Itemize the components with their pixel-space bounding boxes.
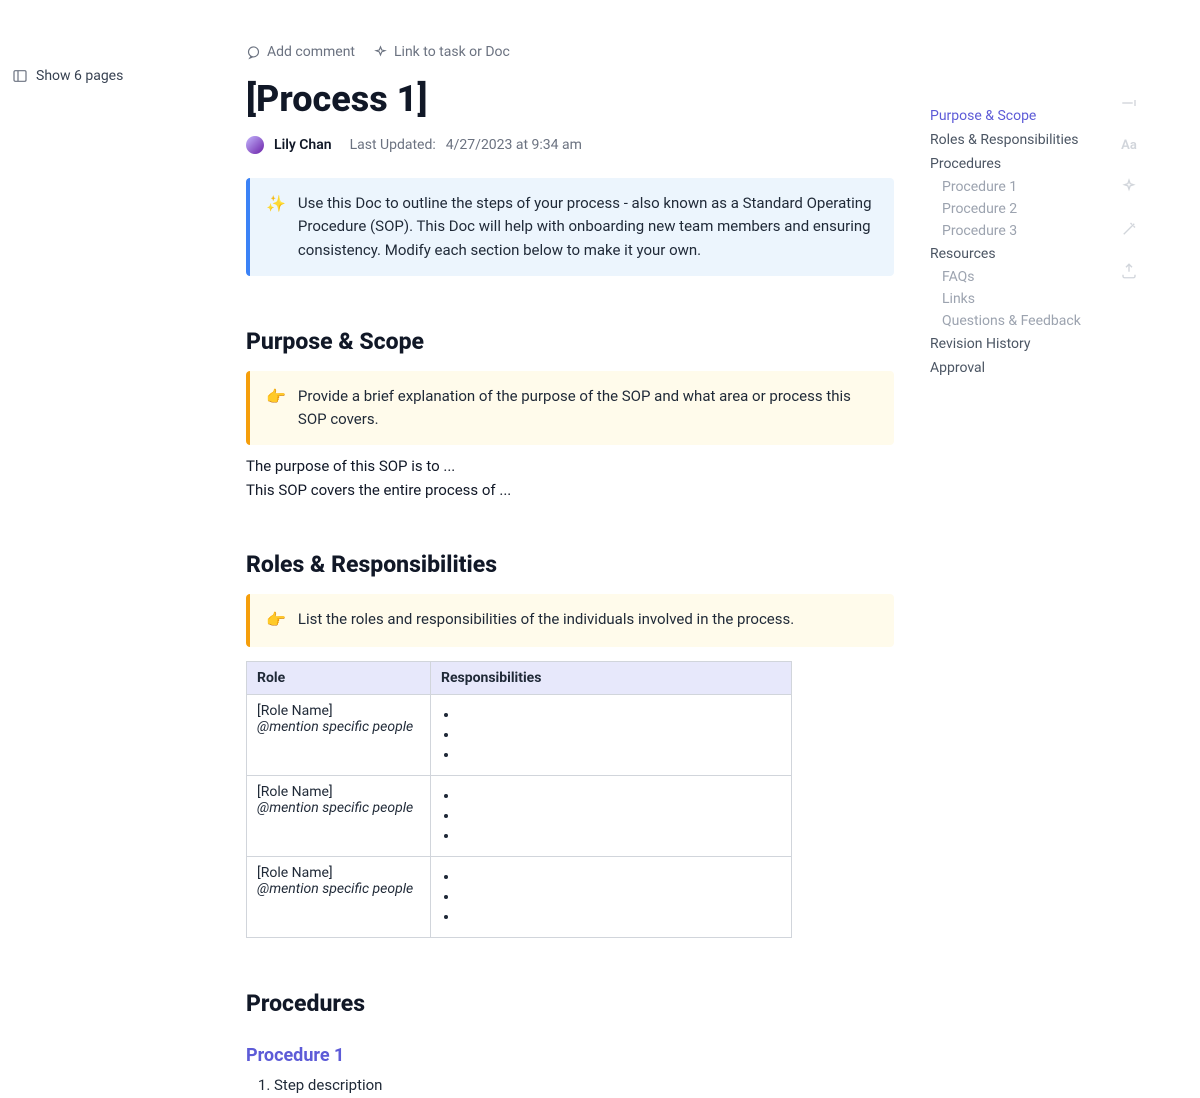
export-icon — [1120, 262, 1138, 280]
sparkles-emoji-icon: ✨ — [266, 192, 286, 262]
intro-callout-text: Use this Doc to outline the steps of you… — [298, 192, 878, 262]
width-tool[interactable] — [1120, 94, 1138, 112]
last-updated-label: Last Updated: — [350, 137, 436, 153]
purpose-p2[interactable]: This SOP covers the entire process of ..… — [246, 481, 894, 499]
purpose-callout[interactable]: 👉 Provide a brief explanation of the pur… — [246, 371, 894, 446]
page-title[interactable]: [Process 1] — [246, 78, 894, 120]
outline-item-roles[interactable]: Roles & Responsibilities — [930, 128, 1100, 152]
wand-tool[interactable] — [1120, 220, 1138, 238]
byline: Lily Chan Last Updated: 4/27/2023 at 9:3… — [246, 136, 894, 154]
outline-item-procedure-3[interactable]: Procedure 3 — [930, 220, 1100, 242]
outline-item-procedure-1[interactable]: Procedure 1 — [930, 176, 1100, 198]
doc-settings-toolbar: Aa — [1120, 94, 1138, 280]
document-body: Add comment Link to task or Doc [Process… — [246, 0, 894, 1094]
comment-icon — [246, 45, 261, 60]
outline-item-resources[interactable]: Resources — [930, 242, 1100, 266]
outline-item-approval[interactable]: Approval — [930, 356, 1100, 380]
purpose-callout-text: Provide a brief explanation of the purpo… — [298, 385, 878, 432]
document-outline: Purpose & Scope Roles & Responsibilities… — [930, 104, 1100, 380]
author-name[interactable]: Lily Chan — [274, 137, 332, 153]
link-task-button[interactable]: Link to task or Doc — [373, 44, 510, 60]
roles-callout[interactable]: 👉 List the roles and responsibilities of… — [246, 594, 894, 647]
role-name: [Role Name] — [257, 784, 420, 800]
show-pages-label: Show 6 pages — [36, 68, 123, 84]
table-row[interactable]: [Role Name] @mention specific people — [247, 857, 792, 938]
outline-item-faqs[interactable]: FAQs — [930, 266, 1100, 288]
role-mention: @mention specific people — [257, 881, 420, 897]
purpose-heading[interactable]: Purpose & Scope — [246, 328, 894, 355]
add-comment-button[interactable]: Add comment — [246, 44, 355, 60]
resp-list[interactable] — [441, 707, 781, 763]
roles-th-resp: Responsibilities — [431, 662, 792, 695]
doc-actions-bar: Add comment Link to task or Doc — [246, 44, 894, 60]
outline-item-questions[interactable]: Questions & Feedback — [930, 310, 1100, 332]
procedure-1-heading[interactable]: Procedure 1 — [246, 1045, 894, 1066]
intro-callout[interactable]: ✨ Use this Doc to outline the steps of y… — [246, 178, 894, 276]
role-mention: @mention specific people — [257, 800, 420, 816]
link-icon — [373, 45, 388, 60]
width-icon — [1120, 94, 1138, 112]
last-updated-value: 4/27/2023 at 9:34 am — [446, 137, 582, 153]
avatar[interactable] — [246, 136, 264, 154]
roles-heading[interactable]: Roles & Responsibilities — [246, 551, 894, 578]
outline-item-links[interactable]: Links — [930, 288, 1100, 310]
table-row[interactable]: [Role Name] @mention specific people — [247, 776, 792, 857]
add-comment-label: Add comment — [267, 44, 355, 60]
link-task-label: Link to task or Doc — [394, 44, 510, 60]
outline-item-procedures[interactable]: Procedures — [930, 152, 1100, 176]
resp-list[interactable] — [441, 788, 781, 844]
sparkle-tool[interactable] — [1120, 178, 1138, 196]
show-pages-toggle[interactable]: Show 6 pages — [12, 68, 123, 84]
panel-left-icon — [12, 68, 28, 84]
purpose-p1[interactable]: The purpose of this SOP is to ... — [246, 457, 894, 475]
sparkle-icon — [1120, 178, 1138, 196]
procedures-heading[interactable]: Procedures — [246, 990, 894, 1017]
table-row[interactable]: [Role Name] @mention specific people — [247, 695, 792, 776]
role-name: [Role Name] — [257, 865, 420, 881]
outline-item-purpose[interactable]: Purpose & Scope — [930, 104, 1100, 128]
resp-list[interactable] — [441, 869, 781, 925]
role-name: [Role Name] — [257, 703, 420, 719]
point-right-emoji-icon: 👉 — [266, 608, 286, 633]
roles-th-role: Role — [247, 662, 431, 695]
export-tool[interactable] — [1120, 262, 1138, 280]
outline-item-revision[interactable]: Revision History — [930, 332, 1100, 356]
font-tool[interactable]: Aa — [1120, 136, 1138, 154]
point-right-emoji-icon: 👉 — [266, 385, 286, 432]
role-mention: @mention specific people — [257, 719, 420, 735]
font-aa-icon: Aa — [1121, 138, 1137, 153]
roles-table[interactable]: Role Responsibilities [Role Name] @menti… — [246, 661, 792, 938]
roles-callout-text: List the roles and responsibilities of t… — [298, 608, 794, 633]
outline-item-procedure-2[interactable]: Procedure 2 — [930, 198, 1100, 220]
wand-icon — [1120, 220, 1138, 238]
